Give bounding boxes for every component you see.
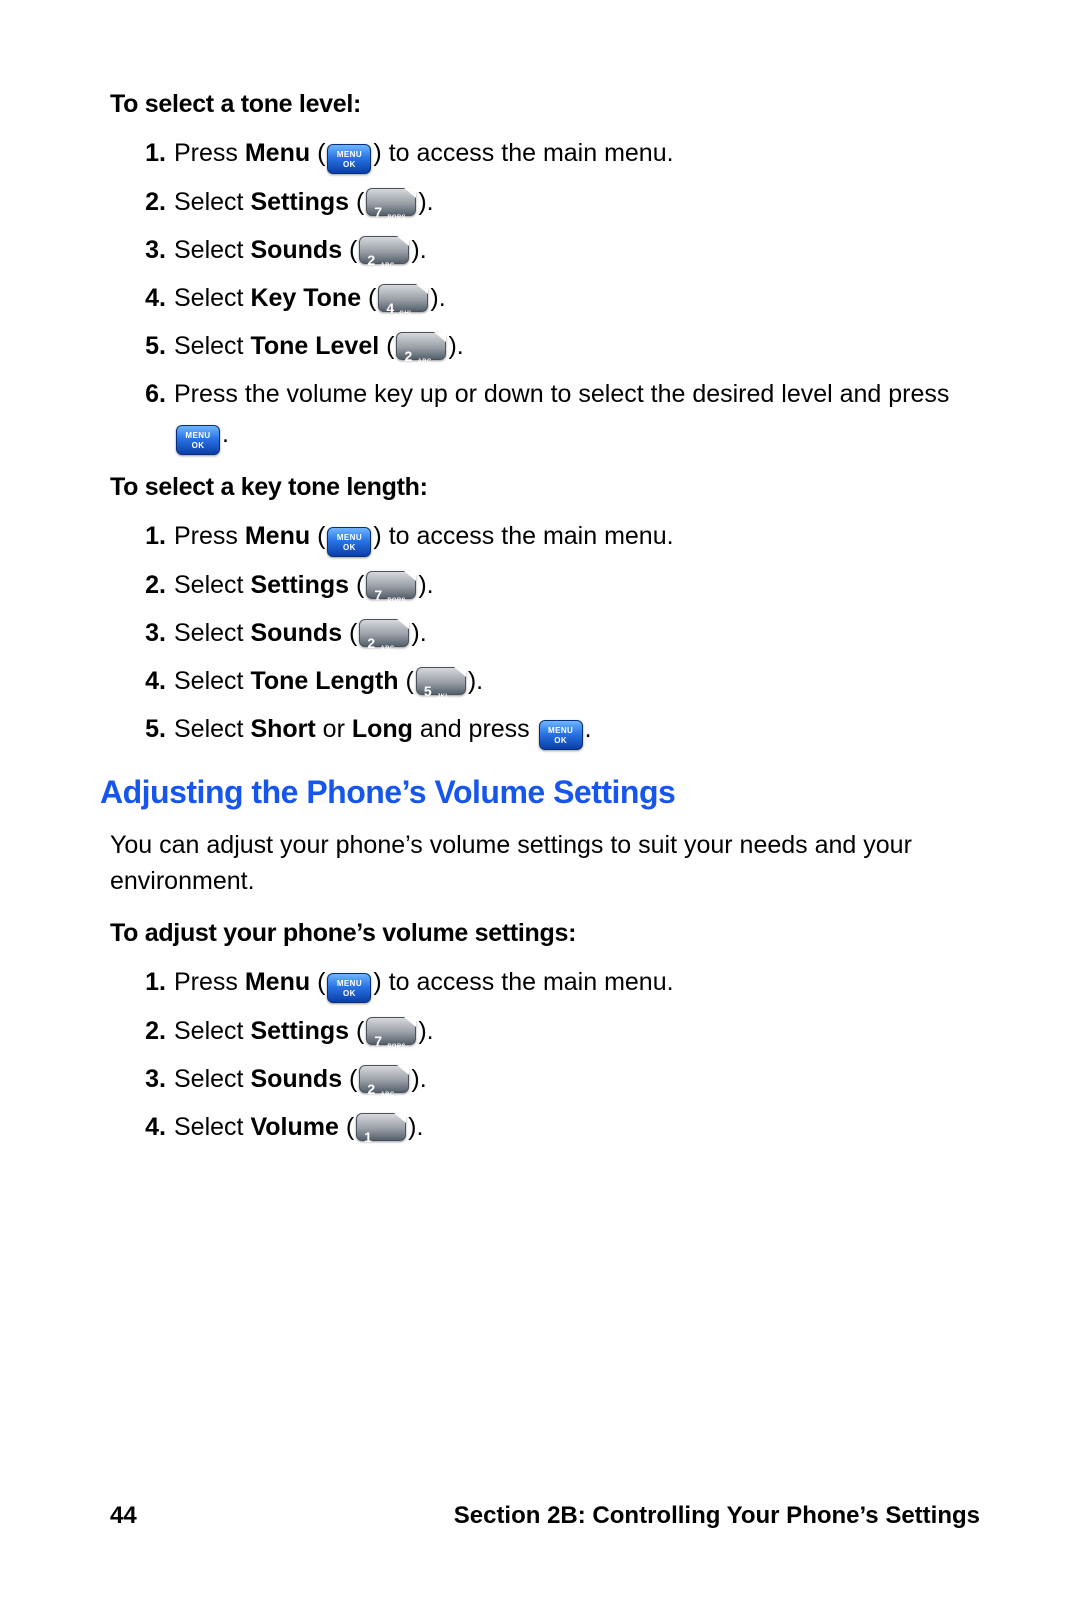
step-number: 4. [130,661,166,701]
step-number: 4. [130,1107,166,1147]
intro-volume-settings: You can adjust your phone’s volume setti… [110,827,980,899]
list-item: 4.Select Tone Length (5JKL). [154,661,980,701]
list-item: 5.Select Tone Level (2ABC). [154,326,980,366]
numkey-5-icon: 5JKL [416,667,466,695]
menu-ok-key-icon [327,527,371,557]
step-keyword: Volume [250,1113,338,1141]
step-number: 3. [130,230,166,270]
step-keyword: Tone Length [250,667,398,695]
list-item: 2.Select Settings (7PQRS). [154,565,980,605]
list-item: 1.Press Menu () to access the main menu. [154,516,980,557]
step-number: 1. [130,516,166,556]
numkey-2-icon: 2ABC [359,619,409,647]
step-keyword: Long [352,715,413,743]
step-keyword: Settings [250,571,349,599]
step-number: 1. [130,962,166,1002]
list-item: 6.Press the volume key up or down to sel… [154,374,980,455]
step-number: 4. [130,278,166,318]
numkey-7-icon: 7PQRS [366,571,416,599]
step-number: 3. [130,613,166,653]
step-number: 6. [130,374,166,414]
footer-text: Section 2B: Controlling Your Phone’s Set… [454,1502,980,1530]
list-item: 3.Select Sounds (2ABC). [154,613,980,653]
numkey-2-icon: 2ABC [396,332,446,360]
numkey-7-icon: 7PQRS [366,188,416,216]
step-keyword: Settings [250,1017,349,1045]
list-item: 1.Press Menu () to access the main menu. [154,133,980,174]
menu-ok-key-icon [539,720,583,750]
step-keyword: Settings [250,188,349,216]
step-keyword: Sounds [250,619,342,647]
page-number: 44 [110,1502,137,1530]
subhead-volume-settings: To adjust your phone’s volume settings: [110,919,980,948]
numkey-4-icon: 4GHI [378,284,428,312]
page-footer: 44 Section 2B: Controlling Your Phone’s … [110,1502,980,1530]
subhead-tone-level: To select a tone level: [110,90,980,119]
step-number: 3. [130,1059,166,1099]
list-item: 1.Press Menu () to access the main menu. [154,962,980,1003]
step-keyword: Menu [245,139,310,167]
step-number: 2. [130,182,166,222]
menu-ok-key-icon [327,144,371,174]
step-keyword: Menu [245,968,310,996]
step-keyword: Sounds [250,1065,342,1093]
list-item: 2.Select Settings (7PQRS). [154,182,980,222]
menu-ok-key-icon [176,425,220,455]
step-number: 1. [130,133,166,173]
list-item: 4.Select Key Tone (4GHI). [154,278,980,318]
page-content: To select a tone level: 1.Press Menu () … [110,80,980,1165]
menu-ok-key-icon [327,973,371,1003]
step-keyword: Tone Level [250,332,379,360]
numkey-1-icon: 1 [356,1113,406,1141]
steps-tone-length: 1.Press Menu () to access the main menu.… [110,516,980,750]
step-keyword: Menu [245,522,310,550]
numkey-7-icon: 7PQRS [366,1017,416,1045]
heading-volume-settings: Adjusting the Phone’s Volume Settings [100,774,980,811]
steps-tone-level: 1.Press Menu () to access the main menu.… [110,133,980,455]
list-item: 4.Select Volume (1). [154,1107,980,1147]
list-item: 3.Select Sounds (2ABC). [154,1059,980,1099]
steps-volume-settings: 1.Press Menu () to access the main menu.… [110,962,980,1147]
subhead-tone-length: To select a key tone length: [110,473,980,502]
step-keyword: Short [250,715,315,743]
step-keyword: Sounds [250,236,342,264]
step-keyword: Key Tone [250,284,361,312]
numkey-2-icon: 2ABC [359,1065,409,1093]
list-item: 2.Select Settings (7PQRS). [154,1011,980,1051]
list-item: 3.Select Sounds (2ABC). [154,230,980,270]
step-number: 5. [130,709,166,749]
step-number: 2. [130,1011,166,1051]
numkey-2-icon: 2ABC [359,236,409,264]
step-number: 2. [130,565,166,605]
list-item: 5.Select Short or Long and press . [154,709,980,750]
step-number: 5. [130,326,166,366]
